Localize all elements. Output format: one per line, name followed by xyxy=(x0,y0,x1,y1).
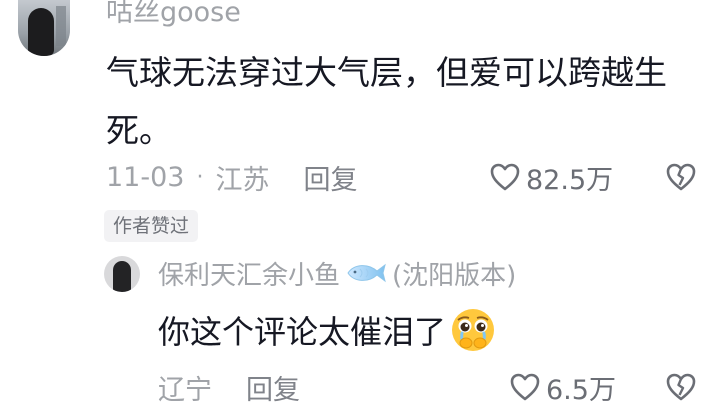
comment-location: 江苏 xyxy=(215,164,270,196)
reply-reply-button[interactable]: 回复 xyxy=(246,368,300,405)
reply-like-count: 6.5万 xyxy=(546,374,616,405)
heart-outline-icon xyxy=(510,373,540,401)
replier-username[interactable]: 保利天汇余小鱼 (沈阳版本) xyxy=(158,254,516,292)
reply-like-button[interactable]: 6.5万 xyxy=(510,370,616,405)
like-button[interactable]: 82.5万 xyxy=(490,160,614,196)
author-liked-badge: 作者赞过 xyxy=(104,210,199,242)
replier-avatar[interactable] xyxy=(104,256,140,292)
reply-meta: 辽宁 回复 xyxy=(158,368,300,405)
pleading-face-emoji xyxy=(452,309,495,351)
reply-location: 辽宁 xyxy=(158,374,212,405)
broken-heart-icon[interactable] xyxy=(666,372,696,402)
fish-icon xyxy=(347,263,386,283)
reply-button[interactable]: 回复 xyxy=(303,158,357,197)
comment-meta: 11-03 · 江苏 回复 xyxy=(106,158,357,197)
comment-text: 气球无法穿过大气层，但爱可以跨越生死。 xyxy=(106,53,667,150)
meta-separator: · xyxy=(196,164,204,190)
reply-comment: 你这个评论太催泪了 xyxy=(158,306,496,354)
broken-heart-icon[interactable] xyxy=(666,162,696,192)
replier-name: 保利天汇余小鱼 xyxy=(158,260,341,291)
replier-name-suffix: (沈阳版本) xyxy=(392,260,517,291)
like-count: 82.5万 xyxy=(526,164,614,196)
reply-text: 你这个评论太催泪了 xyxy=(158,313,447,351)
comment-thread: 咕丝goose 气球无法穿过大气层，但爱可以跨越生死。 11-03 · 江苏 回… xyxy=(0,0,720,405)
comment-date: 11-03 xyxy=(106,161,185,193)
heart-outline-icon xyxy=(490,163,520,191)
commenter-avatar[interactable] xyxy=(18,0,70,56)
commenter-username[interactable]: 咕丝goose xyxy=(106,0,241,30)
